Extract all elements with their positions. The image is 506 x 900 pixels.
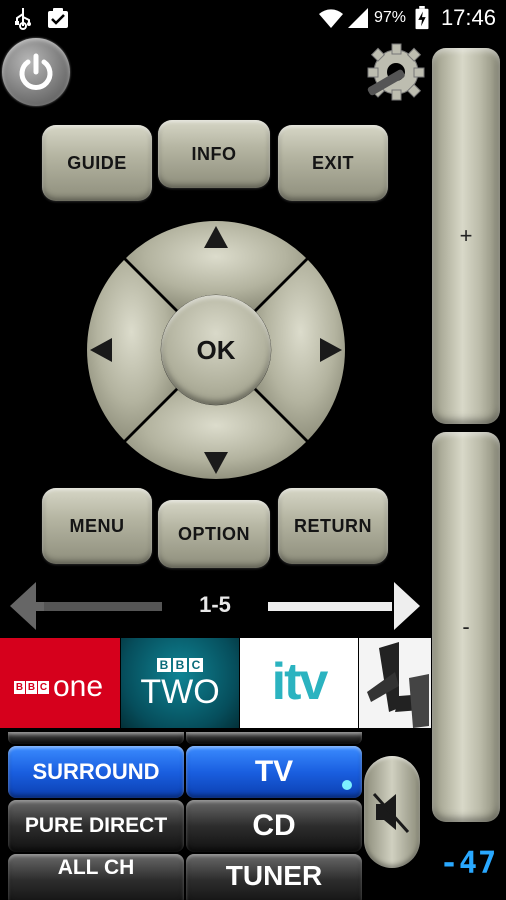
channel-bbc-one[interactable]: B B C one [0, 638, 120, 728]
page-indicator: 1-5 [199, 592, 231, 617]
info-button[interactable]: INFO [158, 120, 270, 188]
download-check-icon [48, 8, 68, 28]
bbc-two-word: TWO [140, 673, 220, 711]
menu-label: MENU [69, 515, 125, 536]
volume-down-button[interactable]: - [432, 432, 500, 822]
wifi-icon [319, 9, 343, 28]
pure-direct-label: PURE DIRECT [24, 814, 168, 837]
bbc-blocks-icon: B B C [14, 680, 49, 694]
ok-label: OK [196, 334, 236, 365]
return-button[interactable]: RETURN [278, 488, 388, 564]
bbc-one-logo: B B C one [14, 670, 103, 704]
usb-icon [15, 8, 31, 30]
bbc-two-logo: B B C TWO [121, 656, 239, 710]
battery-charging-icon [415, 6, 429, 30]
settings-gear-icon[interactable] [360, 38, 430, 108]
bbc-blocks-icon: B B C [157, 658, 203, 672]
bbc-one-word: one [53, 670, 104, 703]
exit-label: EXIT [311, 152, 354, 173]
status-bar: 97% 17:46 [0, 0, 506, 36]
menu-button[interactable]: MENU [42, 488, 152, 564]
input-row-top-partial [8, 732, 184, 744]
channel-4-logo [367, 642, 429, 728]
option-button[interactable]: OPTION [158, 500, 270, 568]
clock: 17:46 [440, 5, 496, 30]
input-row-top-partial-2 [186, 732, 362, 744]
ok-button[interactable]: OK [161, 295, 271, 405]
page-next-arrow-icon[interactable] [266, 578, 422, 634]
power-button[interactable] [2, 38, 70, 106]
itv-logo: itv [271, 653, 329, 711]
surround-label: SURROUND [32, 759, 160, 784]
tv-label: TV [254, 755, 294, 788]
volume-down-label: - [462, 614, 470, 639]
tv-input-button[interactable]: TV [186, 746, 362, 798]
battery-percent: 97% [374, 9, 407, 26]
power-icon [19, 53, 53, 90]
speaker-mute-icon [372, 792, 410, 834]
exit-button[interactable]: EXIT [278, 125, 388, 201]
cd-label: CD [252, 809, 296, 842]
cd-input-button[interactable]: CD [186, 800, 362, 852]
all-ch-label: ALL CH [57, 856, 135, 879]
active-indicator-dot [342, 780, 352, 790]
volume-up-label: + [459, 223, 473, 248]
return-label: RETURN [294, 515, 372, 536]
info-label: INFO [191, 143, 237, 164]
mute-button[interactable] [364, 756, 420, 868]
channel-bbc-two[interactable]: B B C TWO [121, 638, 239, 728]
volume-up-button[interactable]: + [432, 48, 500, 424]
tuner-label: TUNER [225, 860, 323, 891]
guide-label: GUIDE [67, 152, 127, 173]
pure-direct-button[interactable]: PURE DIRECT [8, 800, 184, 852]
channel-itv[interactable]: itv [240, 638, 358, 728]
channel-4[interactable] [359, 638, 431, 728]
guide-button[interactable]: GUIDE [42, 125, 152, 201]
surround-button[interactable]: SURROUND [8, 746, 184, 798]
option-label: OPTION [177, 523, 250, 544]
page-prev-arrow-icon[interactable] [8, 578, 164, 634]
volume-level-readout: -47 [440, 846, 498, 881]
all-ch-button[interactable]: ALL CH [8, 854, 184, 900]
tuner-input-button[interactable]: TUNER [186, 854, 362, 900]
cellular-signal-icon [348, 8, 368, 28]
